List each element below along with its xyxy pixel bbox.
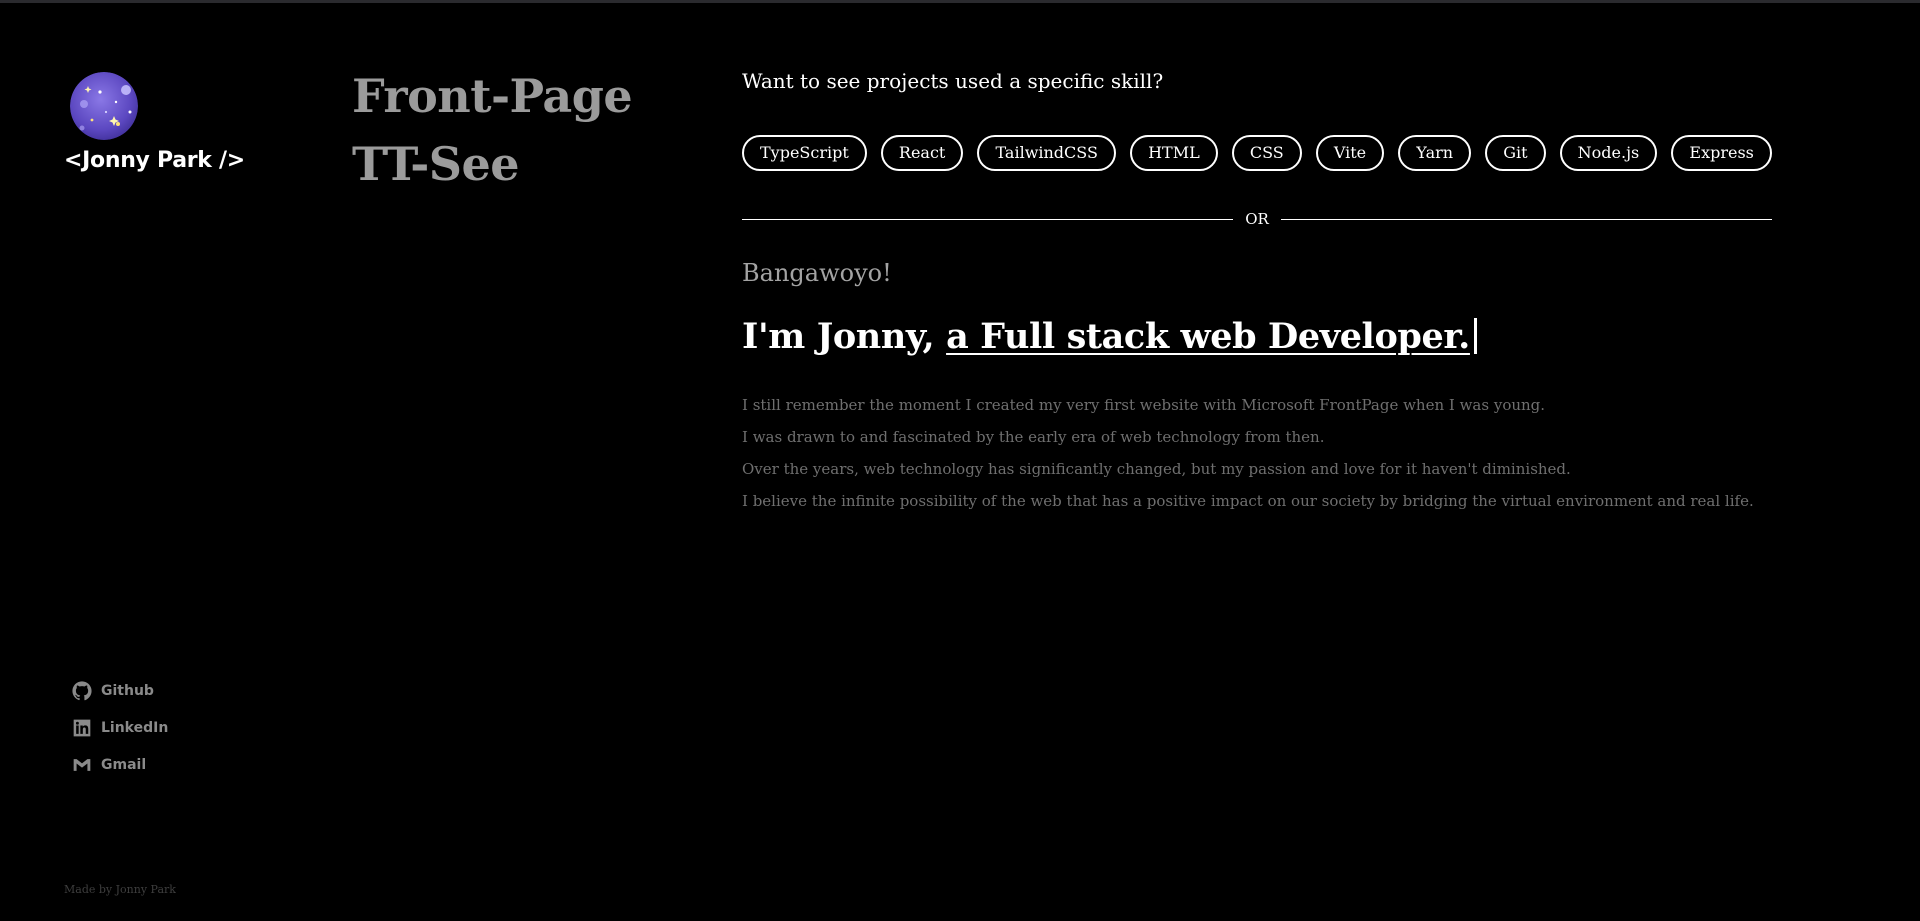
bio-line-4: I believe the infinite possibility of th… <box>742 492 1754 510</box>
headline-role: a Full stack web Developer. <box>946 316 1470 357</box>
linkedin-link[interactable]: LinkedIn <box>72 709 168 746</box>
linkedin-icon <box>73 719 91 736</box>
or-label: OR <box>1245 210 1269 228</box>
bio-line-2: I was drawn to and fascinated by the ear… <box>742 428 1325 446</box>
top-border <box>0 0 1920 3</box>
bio-line-3: Over the years, web technology has signi… <box>742 460 1571 478</box>
skill-question: Want to see projects used a specific ski… <box>742 69 1164 93</box>
skill-button-tailwindcss[interactable]: TailwindCSS <box>977 135 1116 171</box>
github-label: Github <box>101 682 154 699</box>
footer-credit: Made by Jonny Park <box>64 883 176 896</box>
intro-headline: I'm Jonny, a Full stack web Developer. <box>742 315 1772 359</box>
skill-button-css[interactable]: CSS <box>1231 135 1302 171</box>
github-link[interactable]: Github <box>72 672 168 709</box>
skill-button-typescript[interactable]: TypeScript <box>742 135 867 171</box>
project-title-line-2: TT-See <box>352 137 520 191</box>
linkedin-label: LinkedIn <box>101 719 169 736</box>
github-icon <box>72 680 92 700</box>
project-title-line-1: Front-Page <box>352 69 633 123</box>
main-content: Want to see projects used a specific ski… <box>742 68 1772 517</box>
skill-button-vite[interactable]: Vite <box>1315 135 1385 171</box>
divider-line-left <box>742 218 1234 220</box>
headline-prefix: I'm Jonny, <box>742 316 947 357</box>
skill-filter-list: TypeScript React TailwindCSS HTML CSS Vi… <box>742 135 1772 171</box>
skill-button-express[interactable]: Express <box>1671 135 1772 171</box>
typing-cursor <box>1473 318 1477 354</box>
skill-button-yarn[interactable]: Yarn <box>1398 135 1472 171</box>
gmail-icon <box>73 758 91 771</box>
divider-line-right <box>1280 218 1772 220</box>
avatar[interactable] <box>70 72 138 140</box>
skill-button-git[interactable]: Git <box>1485 135 1546 171</box>
site-brand[interactable]: <Jonny Park /> <box>64 148 245 173</box>
skill-button-nodejs[interactable]: Node.js <box>1559 135 1658 171</box>
gmail-link[interactable]: Gmail <box>72 746 168 783</box>
gmail-label: Gmail <box>101 756 147 773</box>
bio-line-1: I still remember the moment I created my… <box>742 396 1546 414</box>
social-links: Github LinkedIn Gmail <box>72 672 168 783</box>
project-title: Front-Page TT-See <box>352 62 633 198</box>
bio: I still remember the moment I created my… <box>742 389 1772 517</box>
greeting: Bangawoyo! <box>742 259 892 287</box>
skill-button-react[interactable]: React <box>880 135 964 171</box>
or-divider: OR <box>742 210 1772 228</box>
skill-button-html[interactable]: HTML <box>1130 135 1218 171</box>
